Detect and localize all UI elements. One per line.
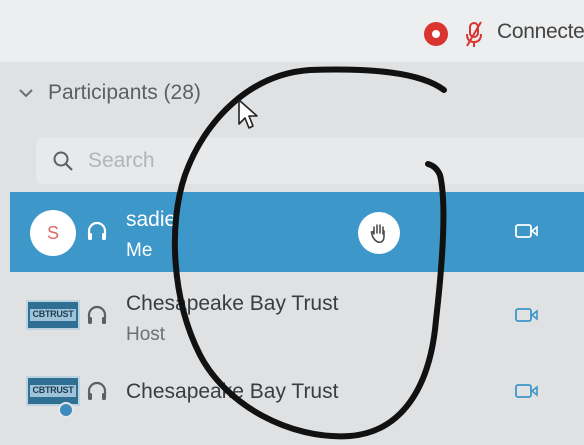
participant-role: Host: [126, 324, 166, 345]
participant-role: Me: [126, 240, 153, 261]
participant-name: Chesapeake Bay Trust: [126, 292, 339, 315]
participant-row[interactable]: CBTRUST Chesapeake Bay Trust: [10, 352, 584, 432]
participant-row-host[interactable]: CBTRUST Chesapeake Bay Trust Host: [10, 276, 584, 356]
connection-status: Connecte: [497, 20, 584, 43]
video-icon[interactable]: [515, 382, 539, 400]
raise-hand-button[interactable]: [358, 212, 400, 254]
top-bar: Connecte: [0, 0, 584, 62]
avatar: CBTRUST: [26, 300, 80, 330]
mouse-cursor-icon: [238, 99, 258, 129]
participants-header[interactable]: Participants (28): [0, 72, 584, 118]
headset-icon: [87, 305, 107, 324]
search-box[interactable]: [36, 138, 584, 184]
participant-row-me[interactable]: S sadie Me: [10, 192, 584, 272]
search-icon: [53, 151, 73, 171]
record-icon[interactable]: [424, 22, 448, 46]
video-icon[interactable]: [515, 306, 539, 324]
mic-off-icon[interactable]: [465, 20, 483, 48]
participants-title: Participants (28): [48, 81, 201, 104]
hand-icon: [370, 224, 385, 244]
headset-icon: [87, 381, 107, 400]
chevron-down-icon[interactable]: [18, 86, 34, 100]
search-input[interactable]: [88, 146, 488, 176]
avatar: S: [30, 210, 76, 256]
status-badge: [58, 402, 74, 418]
headset-icon: [87, 221, 107, 240]
participant-name: sadie: [126, 208, 177, 231]
avatar: CBTRUST: [26, 376, 80, 406]
video-icon[interactable]: [515, 222, 539, 240]
participant-name: Chesapeake Bay Trust: [126, 380, 339, 403]
